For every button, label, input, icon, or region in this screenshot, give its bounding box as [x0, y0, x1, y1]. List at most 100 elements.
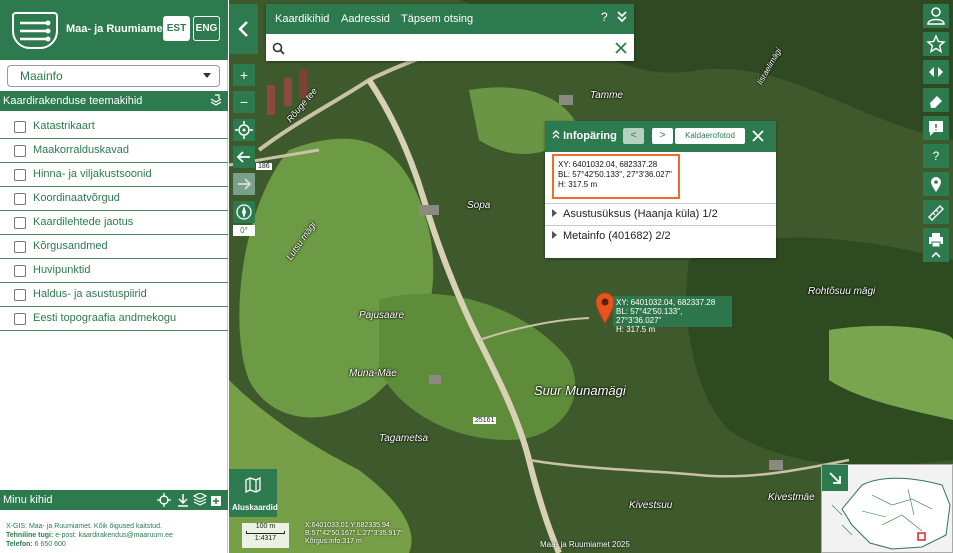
user-icon: [927, 7, 945, 25]
coord-h: H: 317.5 m: [558, 180, 598, 189]
layers-icon[interactable]: [193, 493, 207, 507]
theme-item[interactable]: Kaardilehtede jaotus: [0, 211, 228, 235]
checkbox[interactable]: [14, 313, 26, 325]
message-icon: [929, 121, 943, 136]
theme-label: Eesti topograafia andmekogu: [33, 312, 177, 324]
checkbox[interactable]: [14, 145, 26, 157]
pin-icon: [931, 177, 941, 192]
tab-aadressid[interactable]: Aadressid: [341, 13, 390, 25]
my-layers-title: Minu kihid: [3, 494, 53, 506]
search-icon: [272, 42, 285, 55]
themes-header: Kaardirakenduse teemakihid: [0, 91, 228, 111]
theme-item[interactable]: Eesti topograafia andmekogu: [0, 307, 228, 331]
compare-button[interactable]: [923, 60, 949, 84]
info-header: Infopäring < > Kaldaerofotod: [545, 121, 776, 152]
download-icon[interactable]: [176, 493, 190, 507]
feedback-button[interactable]: [923, 116, 949, 140]
coord-xy: XY: 6401032.04, 682337.28: [558, 160, 658, 169]
checkbox[interactable]: [14, 121, 26, 133]
double-chevron-up-icon[interactable]: [552, 130, 560, 139]
compass-icon: [236, 204, 252, 220]
theme-item[interactable]: Huvipunktid: [0, 259, 228, 283]
app-select[interactable]: Maainfo: [7, 65, 220, 87]
back-button[interactable]: [233, 146, 255, 168]
chevron-down-icon: [203, 73, 211, 78]
place-label: Muna-Mäe: [349, 368, 397, 379]
checkbox[interactable]: [14, 217, 26, 229]
close-icon[interactable]: [752, 130, 764, 142]
my-layers-header: Minu kihid: [0, 490, 228, 510]
theme-item[interactable]: Hinna- ja viljakustsoonid: [0, 163, 228, 187]
location-marker-icon[interactable]: [595, 292, 615, 324]
place-label: Suur Munamägi: [534, 383, 626, 398]
checkbox[interactable]: [14, 241, 26, 253]
footer-copyright: X-GIS: Maa- ja Ruumiamet. Kõik õigused k…: [6, 523, 163, 530]
zoom-in-button[interactable]: +: [233, 64, 255, 86]
theme-item[interactable]: Katastrikaart: [0, 115, 228, 139]
coordinates-box: XY: 6401032.04, 682337.28 BL: 57°42'50.1…: [552, 154, 680, 199]
zoom-out-button[interactable]: −: [233, 91, 255, 113]
chevron-up-icon: [931, 251, 941, 258]
double-chevron-down-icon[interactable]: [616, 10, 628, 24]
basemaps-button[interactable]: Aluskaardid: [229, 469, 278, 517]
crosshair-icon[interactable]: [157, 493, 171, 507]
help-button[interactable]: ?: [923, 144, 949, 168]
checkbox[interactable]: [14, 169, 26, 181]
eraser-icon: [930, 96, 942, 108]
theme-item[interactable]: Maakorralduskavad: [0, 139, 228, 163]
road-number-label: 186: [256, 163, 272, 170]
search-input[interactable]: [288, 38, 608, 58]
favorites-button[interactable]: [923, 32, 949, 56]
info-row-metainfo[interactable]: Metainfo (401682) 2/2: [545, 225, 776, 247]
next-result-button[interactable]: >: [652, 128, 673, 144]
theme-item[interactable]: Haldus- ja asustuspiirid: [0, 283, 228, 307]
collapse-toolbar-button[interactable]: [923, 248, 949, 262]
theme-label: Katastrikaart: [33, 120, 95, 132]
compass-button[interactable]: [233, 201, 255, 223]
marker-xy: XY: 6401032.04, 682337.28: [616, 298, 716, 307]
checkbox[interactable]: [14, 193, 26, 205]
minimap-toggle-button[interactable]: [822, 465, 848, 491]
lang-est-button[interactable]: EST: [163, 16, 190, 41]
theme-item[interactable]: Koordinaatvõrgud: [0, 187, 228, 211]
overview-minimap[interactable]: [821, 464, 953, 553]
themes-title: Kaardirakenduse teemakihid: [3, 95, 143, 107]
theme-label: Haldus- ja asustuspiirid: [33, 288, 147, 300]
collapse-panel-button[interactable]: [229, 4, 258, 54]
marker-bl: BL: 57°42'50.133", 27°3'36.027": [616, 307, 683, 325]
map-icon: [245, 477, 261, 493]
info-title: Infopäring: [552, 130, 617, 142]
map-view[interactable]: Tamme Sopa Pajusaare Muna-Mäe Tagametsa …: [229, 0, 953, 553]
layers-collapse-icon[interactable]: [210, 94, 222, 106]
place-label: Sopa: [467, 200, 491, 211]
clear-search-icon[interactable]: [615, 42, 627, 54]
oblique-aerial-button[interactable]: Kaldaerofotod: [675, 128, 745, 144]
tab-kaardikihid[interactable]: Kaardikihid: [275, 13, 329, 25]
info-row-asustusuksus[interactable]: Asustusüksus (Haanja küla) 1/2: [545, 203, 776, 225]
checkbox[interactable]: [14, 265, 26, 277]
footer-phone-label: Telefon:: [6, 541, 33, 548]
eraser-button[interactable]: [923, 88, 949, 112]
basemaps-label: Aluskaardid: [232, 503, 278, 512]
forward-button[interactable]: [233, 173, 255, 195]
info-row-label: Asustusüksus (Haanja küla) 1/2: [563, 208, 718, 220]
user-button[interactable]: [923, 4, 949, 28]
help-icon: ?: [932, 149, 940, 163]
previous-result-button[interactable]: <: [623, 128, 644, 144]
lang-eng-button[interactable]: ENG: [193, 16, 220, 41]
scale-distance: 100 m: [255, 523, 276, 530]
footer-support-email[interactable]: e-post: kaardirakendus@maaruum.ee: [53, 532, 173, 539]
search-help-button[interactable]: ?: [601, 10, 608, 24]
checkbox[interactable]: [14, 289, 26, 301]
scale-ratio: 1:4317: [254, 535, 277, 542]
tab-tapsem-otsing[interactable]: Täpsem otsing: [401, 13, 473, 25]
theme-item[interactable]: Kõrgusandmed: [0, 235, 228, 259]
left-panel: Maa- ja Ruumiamet EST ENG Maainfo Kaardi…: [0, 0, 228, 553]
measure-button[interactable]: [923, 200, 949, 224]
locate-button[interactable]: [233, 119, 255, 141]
add-layer-icon[interactable]: [210, 493, 224, 507]
theme-label: Maakorralduskavad: [33, 144, 129, 156]
footer-phone: 6 650 600: [32, 541, 66, 548]
cursor-coordinates: X:6401033.01 Y:682335.94 B:57°42'50.167"…: [305, 522, 403, 546]
location-pin-button[interactable]: [923, 172, 949, 196]
